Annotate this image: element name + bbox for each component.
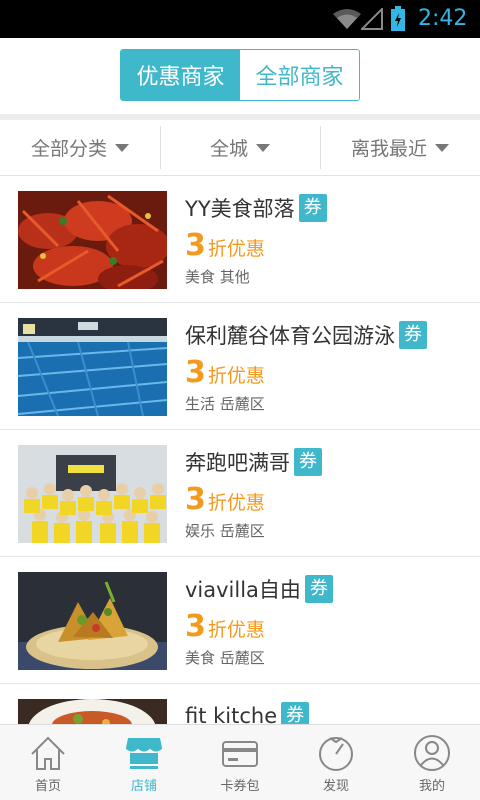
segmented-control: 优惠商家 全部商家 xyxy=(120,49,360,101)
merchant-meta: 美食 其他 xyxy=(185,268,250,286)
coupon-badge: 券 xyxy=(304,575,333,603)
coupon-badge: 券 xyxy=(281,702,310,724)
dropdown-arrow-icon xyxy=(115,143,129,152)
discount-number: 3 xyxy=(185,355,206,390)
card-icon xyxy=(222,741,258,767)
tab-discount-merchants[interactable]: 优惠商家 xyxy=(121,50,240,100)
battery-icon xyxy=(391,6,405,31)
merchant-row[interactable]: 奔跑吧满哥 券 3 折优惠 娱乐 岳麓区 xyxy=(0,430,480,557)
merchant-type-switch: 优惠商家 全部商家 xyxy=(0,38,480,114)
discount-label: 3 折优惠 xyxy=(185,609,265,644)
merchant-title: 保利麓谷体育公园游泳 券 xyxy=(185,319,427,351)
merchant-meta: 美食 岳麓区 xyxy=(185,649,265,667)
discount-number: 3 xyxy=(185,609,206,644)
store-icon xyxy=(125,738,163,769)
filter-sort[interactable]: 离我最近 xyxy=(320,120,480,175)
merchant-row[interactable]: viavilla自由 券 3 折优惠 美食 岳麓区 xyxy=(0,557,480,684)
merchant-meta: 娱乐 岳麓区 xyxy=(185,522,265,540)
merchant-name: viavilla自由 xyxy=(185,578,301,602)
discount-text: 折优惠 xyxy=(207,238,265,260)
tab-card-wallet-label: 卡券包 xyxy=(220,779,260,794)
tab-discover[interactable]: 发现 xyxy=(288,725,384,800)
discount-number: 3 xyxy=(185,482,206,517)
tab-mine-label: 我的 xyxy=(418,779,445,794)
status-time: 2:42 xyxy=(418,6,468,31)
merchant-title: 奔跑吧满哥 券 xyxy=(185,446,322,478)
filter-category[interactable]: 全部分类 xyxy=(0,120,160,175)
merchant-name: 奔跑吧满哥 xyxy=(185,451,290,475)
status-bar: 2:42 xyxy=(0,0,480,38)
discount-label: 3 折优惠 xyxy=(185,228,265,263)
dropdown-arrow-icon xyxy=(435,143,449,152)
dropdown-arrow-icon xyxy=(256,143,270,152)
merchant-row[interactable]: fit kitche 券 xyxy=(0,684,480,724)
food-plate-photo xyxy=(18,699,167,724)
discount-number: 3 xyxy=(185,228,206,263)
home-icon xyxy=(31,736,65,770)
filter-sort-label: 离我最近 xyxy=(350,138,427,160)
merchant-row[interactable]: 保利麓谷体育公园游泳 券 3 折优惠 生活 岳麓区 xyxy=(0,303,480,430)
compass-icon xyxy=(319,737,353,771)
merchant-title: viavilla自由 券 xyxy=(185,573,333,605)
merchant-title: YY美食部落 券 xyxy=(185,192,327,224)
filter-category-label: 全部分类 xyxy=(30,138,107,160)
tab-store[interactable]: 店铺 xyxy=(96,725,192,800)
tab-store-label: 店铺 xyxy=(130,779,157,794)
merchant-meta: 生活 岳麓区 xyxy=(185,395,265,413)
tab-home-label: 首页 xyxy=(34,779,61,794)
coupon-badge: 券 xyxy=(298,194,327,222)
tab-card-wallet[interactable]: 卡券包 xyxy=(192,725,288,800)
discount-text: 折优惠 xyxy=(207,619,265,641)
tab-mine[interactable]: 我的 xyxy=(384,725,480,800)
filter-area-label: 全城 xyxy=(209,138,248,160)
discount-label: 3 折优惠 xyxy=(185,482,265,517)
merchant-row[interactable]: YY美食部落 券 3 折优惠 美食 其他 xyxy=(0,176,480,303)
merchant-name: 保利麓谷体育公园游泳 xyxy=(185,324,395,348)
filter-bar: 全部分类 全城 离我最近 xyxy=(0,120,480,176)
coupon-badge: 券 xyxy=(294,448,322,476)
tab-discover-label: 发现 xyxy=(322,779,349,794)
dish-photo xyxy=(18,572,167,670)
signal-icon xyxy=(361,8,383,30)
swimming-pool-photo xyxy=(18,318,167,416)
user-icon xyxy=(414,735,450,771)
tab-home[interactable]: 首页 xyxy=(0,725,96,800)
merchant-title: fit kitche 券 xyxy=(185,700,310,724)
bottom-tab-bar: 首页 店铺 卡券包 发现 我的 xyxy=(0,724,480,800)
wifi-icon xyxy=(333,9,361,29)
merchant-name: YY美食部落 xyxy=(185,197,295,221)
merchant-name: fit kitche xyxy=(185,704,278,724)
tab-all-merchants[interactable]: 全部商家 xyxy=(240,50,359,100)
discount-text: 折优惠 xyxy=(207,492,265,514)
discount-text: 折优惠 xyxy=(207,365,265,387)
discount-label: 3 折优惠 xyxy=(185,355,265,390)
group-photo xyxy=(18,445,167,543)
filter-area[interactable]: 全城 xyxy=(160,120,320,175)
coupon-badge: 券 xyxy=(399,321,427,349)
merchant-list: YY美食部落 券 3 折优惠 美食 其他 保利麓谷体育公园游泳 券 3 折优惠 … xyxy=(0,176,480,724)
crayfish-photo xyxy=(18,191,167,289)
